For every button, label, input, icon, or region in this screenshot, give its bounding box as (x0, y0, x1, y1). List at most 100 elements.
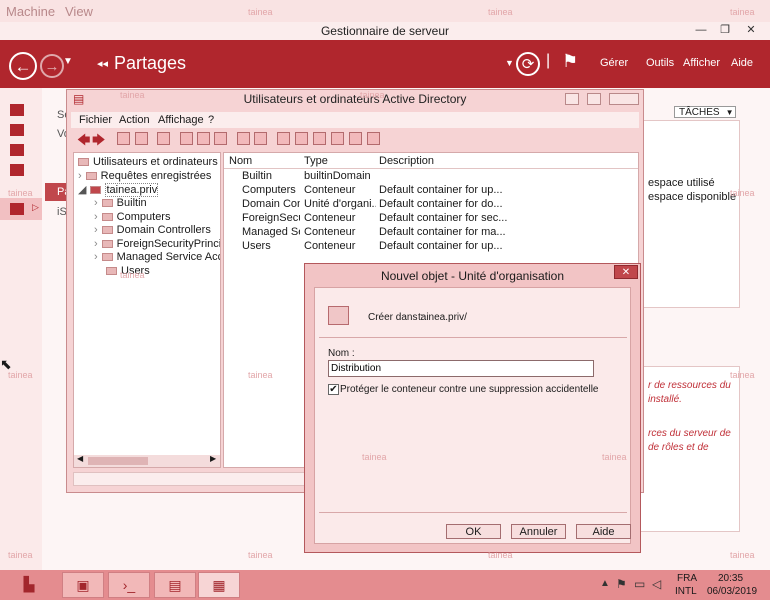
scroll-right-icon[interactable]: ▶ (210, 454, 216, 463)
server-manager-taskbar-icon[interactable]: ▣ (62, 572, 104, 598)
new-user-icon[interactable] (277, 132, 290, 145)
new-ou-dialog: Nouvel objet - Unité d'organisation ✕ Cr… (304, 263, 641, 553)
ad-window-title: Utilisateurs et ordinateurs Active Direc… (243, 92, 467, 106)
page-title: Partages (114, 53, 187, 73)
name-field[interactable] (328, 360, 594, 377)
clock-time[interactable]: 20:35 (718, 573, 743, 584)
dialog-close-icon[interactable]: ✕ (614, 265, 638, 279)
filter-icon[interactable] (331, 132, 344, 145)
show-tree-icon[interactable] (135, 132, 148, 145)
export-list-icon[interactable] (180, 132, 193, 145)
help-icon[interactable] (237, 132, 250, 145)
watermark: tainea (248, 550, 273, 560)
refresh-icon[interactable] (197, 132, 210, 145)
tree-item-domain-controllers[interactable]: › Domain Controllers (94, 224, 211, 236)
refresh-button[interactable]: ⟳ (516, 52, 540, 76)
side-item-shares-active[interactable]: Pa (45, 183, 70, 201)
clock-date[interactable]: 06/03/2019 (707, 586, 757, 597)
powershell-taskbar-icon[interactable]: ›_ (108, 572, 150, 598)
vm-menu-machine[interactable]: Machine (6, 4, 55, 19)
watermark: tainea (488, 7, 513, 17)
language-indicator[interactable]: FRA (677, 573, 697, 584)
volume-icon[interactable]: ◁ (652, 577, 661, 591)
create-in-value: tainea.priv/ (418, 312, 467, 323)
vm-menu-bar: Machine View (0, 0, 770, 22)
list-row[interactable]: Builtin builtinDomain (224, 170, 638, 184)
tree-horizontal-scrollbar[interactable]: ◀ ▶ (74, 454, 220, 467)
notifications-flag-icon[interactable]: ⚑ (562, 51, 578, 72)
list-row[interactable]: Managed Se...ConteneurDefault container … (224, 226, 638, 240)
watermark: tainea (730, 550, 755, 560)
list-header: Nom Type Description (224, 153, 638, 169)
tree-item-domain[interactable]: ◢ tainea.priv (78, 183, 159, 197)
copy-icon[interactable] (157, 132, 170, 145)
restore-icon[interactable]: ❐ (712, 24, 738, 37)
column-name[interactable]: Nom (229, 155, 252, 167)
minimize-icon[interactable]: — (688, 24, 714, 37)
start-button[interactable]: ▙ (8, 572, 50, 598)
menu-tools[interactable]: Outils (646, 57, 674, 69)
menu-view[interactable]: Affichage (158, 114, 204, 126)
keyboard-layout[interactable]: INTL (675, 586, 697, 597)
console-icon[interactable] (254, 132, 267, 145)
tree-item-foreign-security[interactable]: ›ForeignSecurityPrincipals (94, 238, 220, 250)
vm-menu-view[interactable]: View (65, 4, 93, 19)
history-dropdown-icon[interactable]: ▼ (63, 56, 73, 67)
name-label: Nom : (328, 348, 355, 359)
list-row[interactable]: Domain Con...Unité d'organi...Default co… (224, 198, 638, 212)
scroll-thumb[interactable] (88, 457, 148, 465)
protect-label: Protéger le conteneur contre une suppres… (340, 384, 599, 395)
new-ou-icon[interactable] (313, 132, 326, 145)
ad-ds-icon[interactable] (10, 164, 24, 176)
menu-help[interactable]: Aide (731, 57, 753, 69)
tree-item-managed-service[interactable]: ›Managed Service Accour (94, 251, 220, 263)
ad-close-icon[interactable] (609, 93, 639, 105)
menu-file[interactable]: Fichier (79, 114, 112, 126)
new-group-icon[interactable] (295, 132, 308, 145)
find-icon[interactable] (349, 132, 362, 145)
menu-manage[interactable]: Gérer (600, 57, 628, 69)
action-center-flag-icon[interactable]: ⚑ (616, 577, 627, 591)
column-description[interactable]: Description (379, 155, 434, 167)
expand-arrow-icon[interactable]: ▷ (32, 202, 39, 213)
aduc-taskbar-icon[interactable]: ▦ (198, 572, 240, 598)
tree-item-builtin[interactable]: › Builtin (94, 197, 147, 209)
protect-checkbox[interactable]: ✔ (328, 384, 339, 395)
cancel-button[interactable]: Annuler (511, 524, 566, 539)
refresh-dropdown-icon[interactable]: ▼ (505, 58, 514, 68)
network-icon[interactable]: ▭ (634, 577, 645, 591)
tree-item-computers[interactable]: › Computers (94, 211, 170, 223)
back-button[interactable]: ← (9, 52, 37, 80)
list-row[interactable]: ForeignSecu...ConteneurDefault container… (224, 212, 638, 226)
tree-item-saved-queries[interactable]: › Requêtes enregistrées (78, 170, 211, 182)
ad-minimize-icon[interactable] (565, 93, 579, 105)
watermark: tainea (488, 550, 513, 560)
ok-button[interactable]: OK (446, 524, 501, 539)
ad-maximize-icon[interactable] (587, 93, 601, 105)
file-services-nav-item[interactable]: ▷ (0, 198, 42, 220)
menu-view[interactable]: Afficher (683, 57, 720, 69)
add-to-group-icon[interactable] (367, 132, 380, 145)
tree-root[interactable]: Utilisateurs et ordinateurs Active (78, 156, 220, 168)
up-folder-icon[interactable] (117, 132, 130, 145)
list-row[interactable]: Computers Conteneur Default container for … (224, 184, 638, 198)
forward-arrow-icon[interactable]: 🡆 (92, 131, 105, 153)
column-type[interactable]: Type (304, 155, 328, 167)
close-icon[interactable]: ✕ (738, 24, 764, 37)
forward-button[interactable]: → (40, 54, 64, 78)
all-servers-icon[interactable] (10, 144, 24, 156)
create-in-label: Créer dans : (368, 312, 424, 323)
explorer-taskbar-icon[interactable]: ▤ (154, 572, 196, 598)
list-row[interactable]: Users Conteneur Default container for up..… (224, 240, 638, 254)
back-arrow-icon[interactable]: 🡄 (77, 131, 90, 153)
show-hidden-icons[interactable]: ▲ (600, 578, 610, 589)
local-server-icon[interactable] (10, 124, 24, 136)
tasks-dropdown[interactable]: TÂCHES ▼ (674, 106, 736, 118)
dashboard-icon[interactable] (10, 104, 24, 116)
properties-icon[interactable] (214, 132, 227, 145)
scroll-left-icon[interactable]: ◀ (77, 454, 83, 463)
menu-help[interactable]: ? (208, 114, 214, 126)
menu-action[interactable]: Action (119, 114, 150, 126)
ad-menu-bar: Fichier Action Affichage ? (71, 112, 639, 128)
help-button[interactable]: Aide (576, 524, 631, 539)
